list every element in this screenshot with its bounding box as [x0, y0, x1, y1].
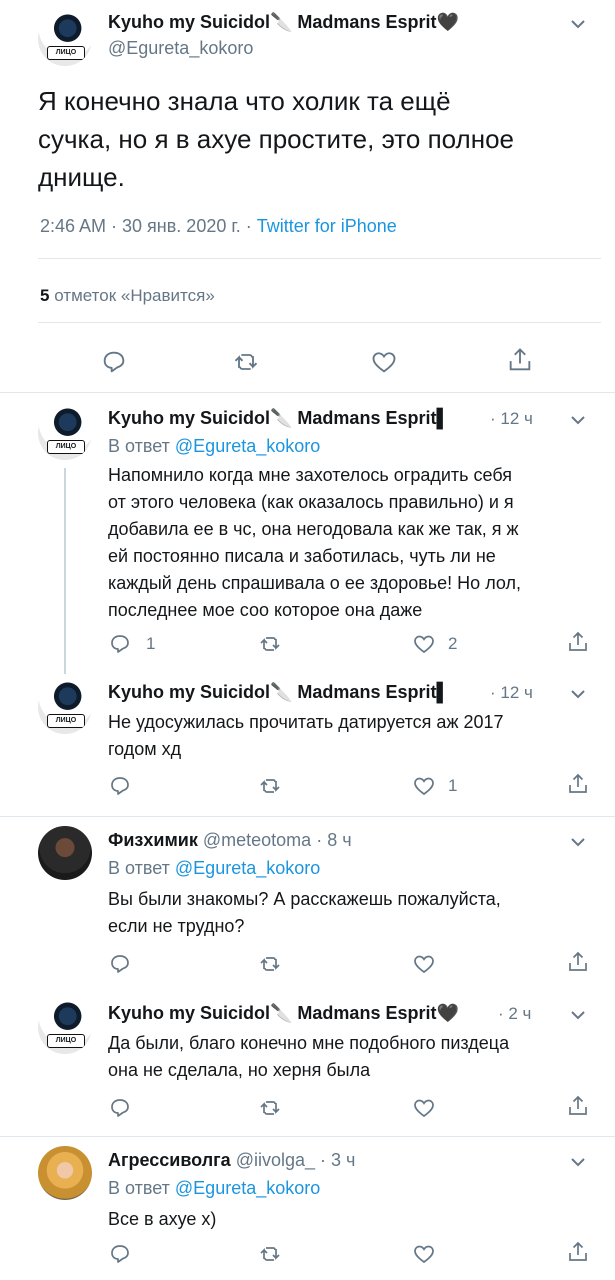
chevron-down-icon[interactable]	[568, 14, 588, 34]
tweet-text-line: Все в ахуе х)	[108, 1209, 217, 1229]
tweet-text-line: годом хд	[108, 739, 182, 759]
reply-to-link[interactable]: @Egureta_kokoro	[175, 858, 320, 878]
share-icon[interactable]	[566, 950, 590, 974]
reply-prefix: В ответ	[108, 1178, 170, 1198]
author-name[interactable]: Kyuho my Suicidol🔪 Madmans Esprit🖤	[108, 1003, 459, 1024]
chevron-down-icon[interactable]	[568, 1152, 588, 1172]
tweet-text-line: добавила ее в чс, она негодовала как же …	[108, 519, 519, 539]
tweet-age: · 2 ч	[498, 1004, 532, 1023]
like-count: 2	[448, 634, 458, 653]
divider	[38, 322, 601, 323]
avatar[interactable]: ЛИЦО	[38, 12, 92, 66]
tweet-text-line: сучка, но я в ахуе простите, это полное	[38, 124, 514, 154]
tweet-source-link[interactable]: Twitter for iPhone	[257, 216, 397, 236]
tweet-text-line: Я конечно знала что холик та ещё	[38, 86, 451, 116]
thread-line	[64, 468, 66, 674]
likes-label: отметок «Нравится»	[54, 286, 215, 305]
like-icon[interactable]	[412, 632, 436, 656]
like-count: 1	[448, 776, 458, 795]
avatar[interactable]: ЛИЦО	[38, 406, 92, 460]
retweet-icon[interactable]	[258, 774, 282, 798]
like-icon[interactable]	[412, 774, 436, 798]
author-name[interactable]: Kyuho my Suicidol🔪 Madmans Esprit🖤	[108, 12, 459, 33]
avatar-badge: ЛИЦО	[47, 1034, 85, 1048]
author-handle[interactable]: @meteotoma	[203, 830, 311, 850]
author-handle[interactable]: @Egureta_kokoro	[108, 38, 253, 59]
reply-to-link[interactable]: @Egureta_kokoro	[175, 1178, 320, 1198]
tweet-age: · 12 ч	[490, 409, 533, 428]
tweet-age: · 8 ч	[316, 830, 352, 850]
reply-prefix: В ответ	[108, 858, 170, 878]
like-icon[interactable]	[412, 1242, 436, 1266]
tweet-text-line: Напомнило когда мне захотелось оградить …	[108, 465, 513, 485]
avatar-badge: ЛИЦО	[47, 46, 85, 60]
tweet-text-line: каждый день спрашивала о ее здоровье! Но…	[108, 573, 522, 593]
reply-icon[interactable]	[108, 1096, 132, 1120]
chevron-down-icon[interactable]	[568, 684, 588, 704]
author-name[interactable]: Kyuho my Suicidol🔪 Madmans Esprit▌	[108, 682, 449, 703]
tweet-text-line: днище.	[38, 162, 125, 192]
author-name[interactable]: Kyuho my Suicidol🔪 Madmans Esprit▌	[108, 408, 449, 429]
retweet-icon[interactable]	[258, 952, 282, 976]
divider	[0, 1136, 615, 1137]
retweet-icon[interactable]	[258, 632, 282, 656]
tweet-age: · 12 ч	[490, 683, 533, 702]
author-handle[interactable]: @iivolga_	[236, 1150, 315, 1170]
tweet-text-line: от этого человека (как оказалось правиль…	[108, 492, 514, 512]
like-icon[interactable]	[370, 348, 398, 376]
reply-context: В ответ @Egureta_kokoro	[108, 1178, 320, 1199]
likes-count: 5	[40, 286, 50, 305]
retweet-icon[interactable]	[258, 1096, 282, 1120]
divider	[0, 392, 615, 393]
avatar-badge: ЛИЦО	[47, 440, 85, 454]
like-icon[interactable]	[412, 952, 436, 976]
avatar[interactable]: ЛИЦО	[38, 1000, 92, 1054]
retweet-icon[interactable]	[232, 348, 260, 376]
tweet-text-line: Не удосужилась прочитать датируется аж 2…	[108, 712, 504, 732]
divider	[0, 816, 615, 817]
author-name[interactable]: Физхимик	[108, 830, 198, 850]
share-icon[interactable]	[506, 346, 534, 374]
tweet-text-line: если не трудно?	[108, 916, 245, 936]
like-icon[interactable]	[412, 1096, 436, 1120]
reply-icon[interactable]	[100, 348, 128, 376]
tweet-age: · 3 ч	[320, 1150, 356, 1170]
likes-summary[interactable]: 5 отметок «Нравится»	[40, 286, 215, 306]
reply-icon[interactable]	[108, 774, 132, 798]
reply-icon[interactable]	[108, 632, 132, 656]
tweet-text-line: она не сделала, но херня была	[108, 1060, 371, 1080]
tweet-timestamp[interactable]: 2:46 AM · 30 янв. 2020 г. ·	[40, 216, 252, 236]
reply-context: В ответ @Egureta_kokoro	[108, 858, 320, 879]
reply-icon[interactable]	[108, 952, 132, 976]
share-icon[interactable]	[566, 772, 590, 796]
avatar-badge: ЛИЦО	[47, 714, 85, 728]
tweet-text-line: Вы были знакомы? А расскажешь пожалуйста…	[108, 889, 501, 909]
chevron-down-icon[interactable]	[568, 832, 588, 852]
chevron-down-icon[interactable]	[568, 410, 588, 430]
share-icon[interactable]	[566, 1094, 590, 1118]
tweet-text-line: последнее мое соо которое она даже	[108, 600, 423, 620]
reply-context: В ответ @Egureta_kokoro	[108, 436, 320, 457]
reply-count: 1	[146, 634, 156, 653]
avatar[interactable]	[38, 1146, 92, 1200]
tweet-text-line: ей постоянно писала и заботилась, чуть л…	[108, 546, 496, 566]
tweet-text-line: Да были, благо конечно мне подобного пиз…	[108, 1033, 510, 1053]
reply-to-link[interactable]: @Egureta_kokoro	[175, 436, 320, 456]
reply-icon[interactable]	[108, 1242, 132, 1266]
share-icon[interactable]	[566, 1240, 590, 1264]
avatar[interactable]	[38, 826, 92, 880]
chevron-down-icon[interactable]	[568, 1005, 588, 1025]
divider	[38, 258, 601, 259]
reply-prefix: В ответ	[108, 436, 170, 456]
retweet-icon[interactable]	[258, 1242, 282, 1266]
author-name[interactable]: Агрессиволга	[108, 1150, 231, 1170]
avatar[interactable]: ЛИЦО	[38, 680, 92, 734]
share-icon[interactable]	[566, 630, 590, 654]
